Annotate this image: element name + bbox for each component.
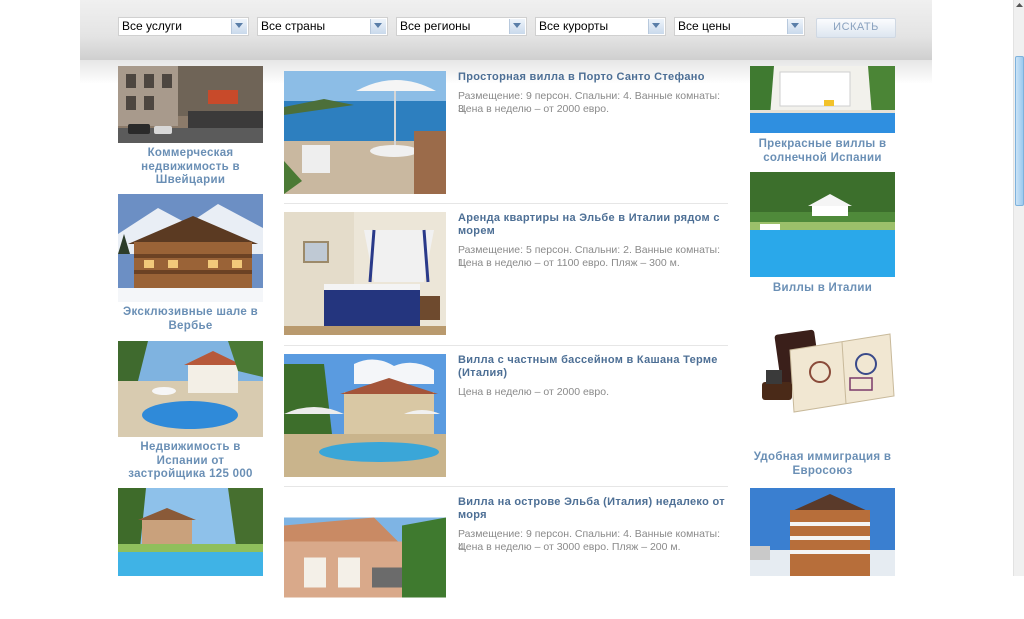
prices-select-value: Все цены (678, 19, 731, 33)
chevron-down-icon (509, 19, 525, 34)
italy-villa-pool-photo (750, 172, 895, 277)
left-card-caption: Коммерческая недвижимость в Швейцарии (141, 147, 240, 186)
chevron-down-icon (787, 19, 803, 34)
right-card-caption: Удобная иммиграция в Евросоюз (753, 451, 892, 477)
regions-select[interactable]: Все регионы (396, 17, 527, 36)
countries-select[interactable]: Все страны (257, 17, 388, 36)
regions-select-value: Все регионы (400, 19, 471, 33)
left-card-verbier-chalets[interactable]: Эксклюзивные шале в Вербье (118, 194, 263, 333)
listing-item: Просторная вилла в Порто Санто Стефано Р… (284, 71, 728, 194)
garden-pool-photo (118, 488, 263, 576)
left-card-swiss-commercial[interactable]: Коммерческая недвижимость в Швейцарии (118, 66, 263, 188)
elba-island-villa-photo[interactable] (284, 496, 446, 619)
right-card-italy-villas[interactable]: Виллы в Италии (750, 172, 895, 296)
left-card-spain-developer[interactable]: Недвижимость в Испании от застройщика 12… (118, 341, 263, 482)
listing-item: Вилла на острове Эльба (Италия) недалеко… (284, 496, 728, 598)
chevron-down-icon (648, 19, 664, 34)
right-card-alpine-hotel[interactable] (750, 488, 895, 581)
scroll-up-arrow-icon[interactable] (1015, 0, 1024, 10)
listing-item: Вилла с частным бассейном в Кашана Терме… (284, 354, 728, 477)
right-card-eu-immigration[interactable]: Удобная иммиграция в Евросоюз (750, 320, 895, 478)
listing-divider (284, 203, 728, 204)
right-card-caption: Виллы в Италии (772, 282, 873, 294)
alpine-hotel-photo (750, 488, 895, 576)
listing-title-link[interactable]: Просторная вилла в Порто Санто Стефано (458, 71, 728, 84)
resorts-select[interactable]: Все курорты (535, 17, 666, 36)
listing-divider (284, 486, 728, 487)
left-card-pool-villa[interactable] (118, 488, 263, 580)
filter-bar: Все услуги Все страны Все регионы Все ку… (80, 0, 932, 60)
prices-select[interactable]: Все цены (674, 17, 805, 36)
search-button[interactable]: ИСКАТЬ (816, 18, 896, 38)
spanish-villa-pool-photo (118, 341, 263, 437)
services-select[interactable]: Все услуги (118, 17, 249, 36)
chevron-down-icon (370, 19, 386, 34)
chevron-down-icon (231, 19, 247, 34)
services-select-value: Все услуги (122, 19, 182, 33)
listing-divider (284, 345, 728, 346)
left-card-caption: Недвижимость в Испании от застройщика 12… (128, 441, 253, 480)
countries-select-value: Все страны (261, 19, 326, 33)
right-card-caption: Прекрасные виллы в солнечной Испании (758, 138, 887, 164)
listing-title-link[interactable]: Вилла на острове Эльба (Италия) недалеко… (458, 496, 728, 522)
page-gutter (0, 0, 80, 576)
sunny-spain-villa-photo (750, 66, 895, 133)
chalet-photo (118, 194, 263, 302)
listing-title-link[interactable]: Вилла с частным бассейном в Кашана Терме… (458, 354, 728, 380)
vertical-scrollbar[interactable] (1013, 0, 1024, 576)
elba-apartment-photo[interactable] (284, 212, 446, 335)
listing-price: Цена в неделю – от 2000 евро. (458, 103, 609, 115)
right-card-spain-villas[interactable]: Прекрасные виллы в солнечной Испании (750, 66, 895, 165)
listing-title-link[interactable]: Аренда квартиры на Эльбе в Италии рядом … (458, 212, 728, 238)
porto-santo-stefano-photo[interactable] (284, 71, 446, 194)
resorts-select-value: Все курорты (539, 19, 609, 33)
listing-item: Аренда квартиры на Эльбе в Италии рядом … (284, 212, 728, 335)
scroll-thumb[interactable] (1015, 56, 1024, 206)
passport-photo (750, 320, 895, 446)
listing-price: Цена в неделю – от 2000 евро. (458, 386, 609, 398)
swiss-street-photo (118, 66, 263, 143)
listing-price: Цена в неделю – от 1100 евро. Пляж – 300… (458, 257, 680, 269)
listing-price: Цена в неделю – от 3000 евро. Пляж – 200… (458, 541, 681, 553)
left-card-caption: Эксклюзивные шале в Вербье (123, 306, 258, 332)
casciana-terme-villa-photo[interactable] (284, 354, 446, 477)
